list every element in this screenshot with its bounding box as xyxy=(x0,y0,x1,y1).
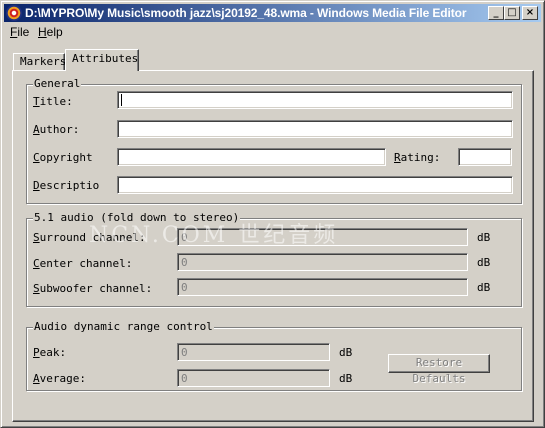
average-label: Average: xyxy=(33,372,86,385)
surround-group-title: 5.1 audio (fold down to stereo) xyxy=(33,211,241,224)
subwoofer-label-accel: S xyxy=(33,282,40,295)
title-label-text: itle: xyxy=(39,95,73,108)
peak-label: Peak: xyxy=(33,346,66,359)
rating-label-accel: R xyxy=(394,151,401,164)
copyright-label: Copyright xyxy=(33,151,93,164)
window-title: D:\MYPRO\My Music\smooth jazz\sj20192_48… xyxy=(25,6,467,20)
surround-label-accel: S xyxy=(33,231,40,244)
rating-label: Rating: xyxy=(394,151,440,164)
average-input xyxy=(177,369,330,387)
copyright-label-text: opyright xyxy=(39,151,93,164)
average-unit: dB xyxy=(339,372,353,385)
average-label-accel: A xyxy=(33,372,40,385)
description-label-accel: D xyxy=(33,179,40,192)
title-input[interactable] xyxy=(117,91,513,109)
center-channel-label: Center channel: xyxy=(33,257,132,270)
peak-input xyxy=(177,343,330,361)
center-unit: dB xyxy=(477,256,491,269)
surround-channel-label: Surround channel: xyxy=(33,231,146,244)
menu-help-accel: H xyxy=(38,25,47,39)
menu-file[interactable]: File xyxy=(10,25,29,39)
author-label-text: uthor: xyxy=(39,123,80,136)
dynamic-range-group: Audio dynamic range control Peak: dB Ave… xyxy=(26,320,522,391)
general-group: General Title: Author: Copyright Rating:… xyxy=(26,77,522,204)
app-icon xyxy=(6,5,22,21)
copyright-input[interactable] xyxy=(117,148,386,166)
subwoofer-channel-label: Subwoofer channel: xyxy=(33,282,152,295)
peak-unit: dB xyxy=(339,346,353,359)
rating-label-text: ating: xyxy=(400,151,441,164)
copyright-label-accel: C xyxy=(33,151,40,164)
description-label: Descriptio xyxy=(33,179,99,192)
restore-defaults-button[interactable]: Restore Defaults xyxy=(388,354,490,385)
surround-unit: dB xyxy=(477,231,491,244)
title-label-accel: T xyxy=(33,95,40,108)
surround-audio-group: 5.1 audio (fold down to stereo) Surround… xyxy=(26,211,522,307)
drc-group-title: Audio dynamic range control xyxy=(33,320,214,333)
surround-channel-input xyxy=(177,228,468,246)
tab-markers[interactable]: Markers xyxy=(13,53,66,70)
text-caret xyxy=(121,94,122,106)
author-label: Author: xyxy=(33,123,79,136)
maximize-button[interactable]: □ xyxy=(504,6,520,20)
rating-input[interactable] xyxy=(458,148,512,166)
author-label-accel: A xyxy=(33,123,40,136)
menu-help-label: elp xyxy=(46,25,63,39)
general-group-title: General xyxy=(33,77,82,90)
description-input[interactable] xyxy=(117,176,513,194)
subwoofer-unit: dB xyxy=(477,281,491,294)
author-input[interactable] xyxy=(117,120,513,138)
subwoofer-channel-input xyxy=(177,278,468,296)
description-label-text: escriptio xyxy=(39,179,100,192)
peak-label-text: eak: xyxy=(39,346,67,359)
tab-attributes[interactable]: Attributes xyxy=(65,49,139,71)
title-bar[interactable]: D:\MYPRO\My Music\smooth jazz\sj20192_48… xyxy=(4,4,541,22)
title-label: Title: xyxy=(33,95,73,108)
close-button[interactable]: × xyxy=(522,6,538,20)
menu-file-label: ile xyxy=(17,25,30,39)
peak-label-accel: P xyxy=(33,346,40,359)
surround-label-text: urround channel: xyxy=(39,231,146,244)
minimize-button[interactable]: _ xyxy=(488,6,504,20)
center-label-accel: C xyxy=(33,257,40,270)
subwoofer-label-text: ubwoofer channel: xyxy=(39,282,153,295)
attributes-panel: General Title: Author: Copyright Rating:… xyxy=(12,70,534,422)
center-channel-input xyxy=(177,253,468,271)
average-label-text: verage: xyxy=(39,372,86,385)
menu-bar: File Help xyxy=(4,23,541,41)
media-file-editor-window: D:\MYPRO\My Music\smooth jazz\sj20192_48… xyxy=(0,0,545,428)
center-label-text: enter channel: xyxy=(39,257,133,270)
menu-help[interactable]: Help xyxy=(38,25,63,39)
